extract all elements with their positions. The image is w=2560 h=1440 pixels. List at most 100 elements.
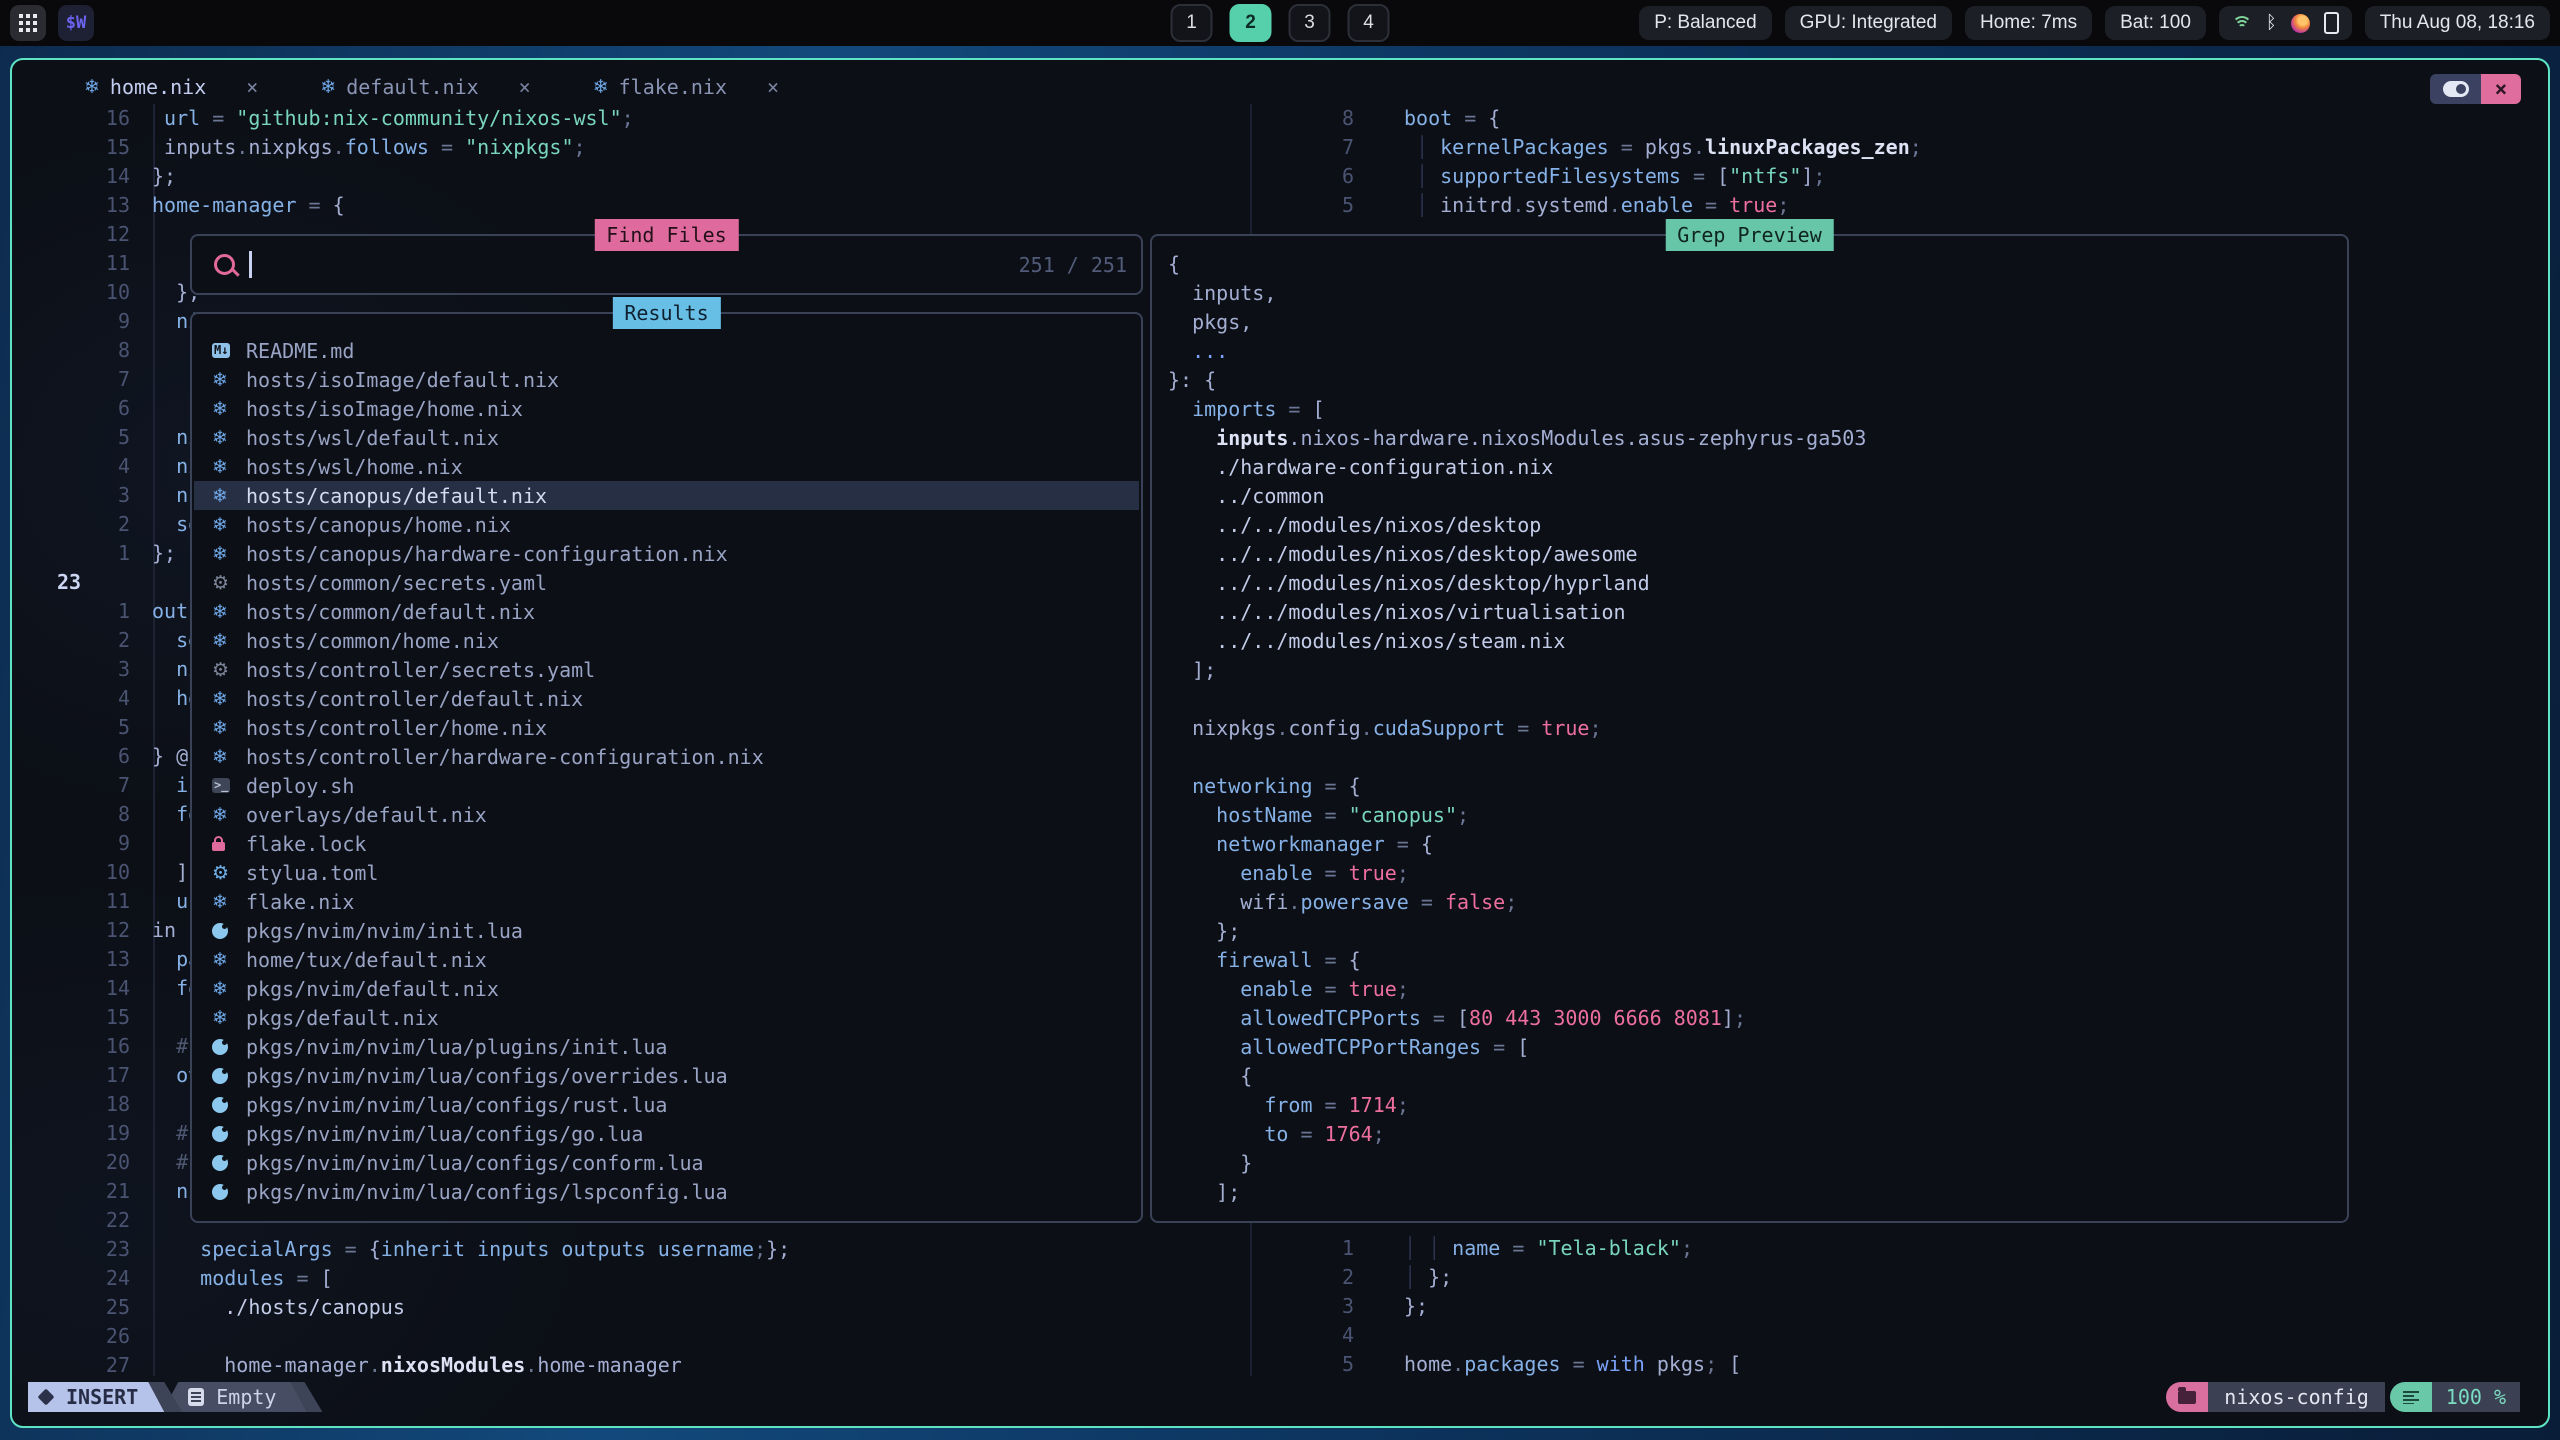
folder-icon [2178, 1391, 2196, 1404]
result-label: pkgs/nvim/nvim/lua/configs/rust.lua [246, 1093, 667, 1117]
code-line: 6 │ supportedFilesystems = ["ntfs"]; [1234, 162, 2538, 191]
result-item[interactable]: ❄pkgs/nvim/default.nix [194, 974, 1139, 1003]
result-item[interactable]: ❄hosts/isoImage/home.nix [194, 394, 1139, 423]
nix-icon: ❄ [212, 456, 228, 478]
result-label: pkgs/nvim/nvim/init.lua [246, 919, 523, 943]
result-item[interactable]: ⚙hosts/common/secrets.yaml [194, 568, 1139, 597]
statusline: INSERT Empty nixos-config 100 % [12, 1382, 2548, 1412]
result-item[interactable]: ❄ hosts/wsl/home.nix [194, 452, 1139, 481]
nix-icon: ❄ [212, 369, 228, 391]
workspace-button-2[interactable]: 2 [1230, 4, 1272, 42]
result-item[interactable]: pkgs/nvim/nvim/lua/configs/rust.lua [194, 1090, 1139, 1119]
code-line: 23 specialArgs = {inherit inputs outputs… [12, 1235, 1250, 1264]
preview-line: ../../modules/nixos/steam.nix [1152, 627, 2347, 656]
result-label: hosts/wsl/default.nix [246, 426, 499, 450]
preview-line: ... [1152, 337, 2347, 366]
preview-line: imports = [ [1152, 395, 2347, 424]
code-line: 25 ./hosts/canopus [12, 1293, 1250, 1322]
preview-line: { [1152, 1062, 2347, 1091]
workspace-button-4[interactable]: 4 [1348, 4, 1390, 42]
find-files-prompt[interactable]: Find Files 251 / 251 [190, 234, 1143, 295]
result-item[interactable]: pkgs/nvim/nvim/lua/plugins/init.lua [194, 1032, 1139, 1061]
result-item[interactable]: M↓README.md [194, 336, 1139, 365]
workspace-button-3[interactable]: 3 [1289, 4, 1331, 42]
code-line: 4 [1234, 1321, 2538, 1350]
vim-icon [38, 1389, 55, 1406]
lock-icon [212, 836, 225, 851]
workspace-button-1[interactable]: 1 [1171, 4, 1213, 42]
result-item[interactable]: flake.lock [194, 829, 1139, 858]
apps-grid-icon [19, 14, 23, 18]
preview-line: networking = { [1152, 772, 2347, 801]
fullscreen-toggle-button[interactable] [2430, 74, 2481, 104]
result-item[interactable]: ❄home/tux/default.nix [194, 945, 1139, 974]
result-label: hosts/controller/hardware-configuration.… [246, 745, 764, 769]
result-label: stylua.toml [246, 861, 378, 885]
result-item[interactable]: ❄pkgs/default.nix [194, 1003, 1139, 1032]
network-icon[interactable] [2232, 15, 2252, 31]
result-item[interactable]: ❄hosts/canopus/home.nix [194, 510, 1139, 539]
result-item[interactable]: ❄hosts/canopus/default.nix [194, 481, 1139, 510]
gear-icon: ⚙ [212, 862, 229, 884]
result-label: hosts/controller/home.nix [246, 716, 547, 740]
results-title: Results [612, 297, 720, 329]
code-line: 27 home-manager.nixosModules.home-manage… [12, 1351, 1250, 1380]
preview-line: }; [1152, 917, 2347, 946]
result-item[interactable]: ❄hosts/controller/home.nix [194, 713, 1139, 742]
result-item[interactable]: ❄hosts/canopus/hardware-configuration.ni… [194, 539, 1139, 568]
result-label: hosts/controller/default.nix [246, 687, 583, 711]
result-item[interactable]: ❄ hosts/controller/default.nix [194, 684, 1139, 713]
status-module: Home: 7ms [1965, 6, 2092, 40]
result-item[interactable]: ⚙ stylua.toml [194, 858, 1139, 887]
tab-close-icon[interactable]: × [767, 75, 779, 99]
result-item[interactable]: ❄hosts/wsl/default.nix [194, 423, 1139, 452]
result-item[interactable]: pkgs/nvim/nvim/lua/configs/go.lua [194, 1119, 1139, 1148]
phone-icon[interactable] [2324, 12, 2339, 34]
preview-line: pkgs, [1152, 308, 2347, 337]
nix-icon: ❄ [84, 76, 100, 98]
app-launcher-button[interactable] [10, 5, 46, 41]
nix-icon: ❄ [212, 688, 228, 710]
status-bar: $W 1234 P: BalancedGPU: IntegratedHome: … [0, 0, 2560, 46]
preview-line: enable = true; [1152, 975, 2347, 1004]
clock-text: Thu Aug 08, 18:16 [2380, 12, 2535, 34]
result-item[interactable]: ❄hosts/common/home.nix [194, 626, 1139, 655]
tab-close-icon[interactable]: × [519, 75, 531, 99]
nix-icon: ❄ [212, 543, 228, 565]
tab-flake.nix[interactable]: ❄flake.nix× [593, 75, 779, 99]
status-module: GPU: Integrated [1785, 6, 1952, 40]
result-item[interactable]: pkgs/nvim/nvim/init.lua [194, 916, 1139, 945]
system-tray: ᛒ [2219, 6, 2352, 40]
result-item[interactable]: pkgs/nvim/nvim/lua/configs/overrides.lua [194, 1061, 1139, 1090]
project-name: nixos-config [2208, 1382, 2385, 1412]
lua-icon [212, 1155, 228, 1171]
result-item[interactable]: ❄ hosts/isoImage/default.nix [194, 365, 1139, 394]
result-item[interactable]: ⚙hosts/controller/secrets.yaml [194, 655, 1139, 684]
result-item[interactable]: ❄hosts/common/default.nix [194, 597, 1139, 626]
nix-icon: ❄ [212, 601, 228, 623]
result-item[interactable]: pkgs/nvim/nvim/lua/configs/lspconfig.lua [194, 1177, 1139, 1206]
code-line: 8boot = { [1234, 104, 2538, 133]
result-label: pkgs/default.nix [246, 1006, 439, 1030]
window-close-button[interactable]: × [2481, 74, 2521, 104]
bluetooth-icon[interactable]: ᛒ [2266, 14, 2277, 32]
logo-text: $W [66, 13, 86, 33]
result-label: hosts/common/home.nix [246, 629, 499, 653]
result-item[interactable]: >_deploy.sh [194, 771, 1139, 800]
tab-close-icon[interactable]: × [246, 75, 258, 99]
result-item[interactable]: pkgs/nvim/nvim/lua/configs/conform.lua [194, 1148, 1139, 1177]
right-editor-pane-bottom: 1│ │ name = "Tela-black";2│ };3};45home.… [1234, 1234, 2538, 1379]
tab-default.nix[interactable]: ❄default.nix× [320, 75, 530, 99]
terminal-icon: >_ [212, 778, 230, 793]
code-line: 3}; [1234, 1292, 2538, 1321]
result-label: hosts/isoImage/default.nix [246, 368, 559, 392]
result-item[interactable]: ❄flake.nix [194, 887, 1139, 916]
result-item[interactable]: ❄hosts/controller/hardware-configuration… [194, 742, 1139, 771]
result-item[interactable]: ❄overlays/default.nix [194, 800, 1139, 829]
nix-icon: ❄ [212, 978, 228, 1000]
browser-icon[interactable] [2291, 14, 2310, 33]
result-label: hosts/isoImage/home.nix [246, 397, 523, 421]
tab-home.nix[interactable]: ❄home.nix× [84, 75, 258, 99]
result-label: hosts/wsl/home.nix [246, 455, 463, 479]
preview-line: ../../modules/nixos/desktop [1152, 511, 2347, 540]
